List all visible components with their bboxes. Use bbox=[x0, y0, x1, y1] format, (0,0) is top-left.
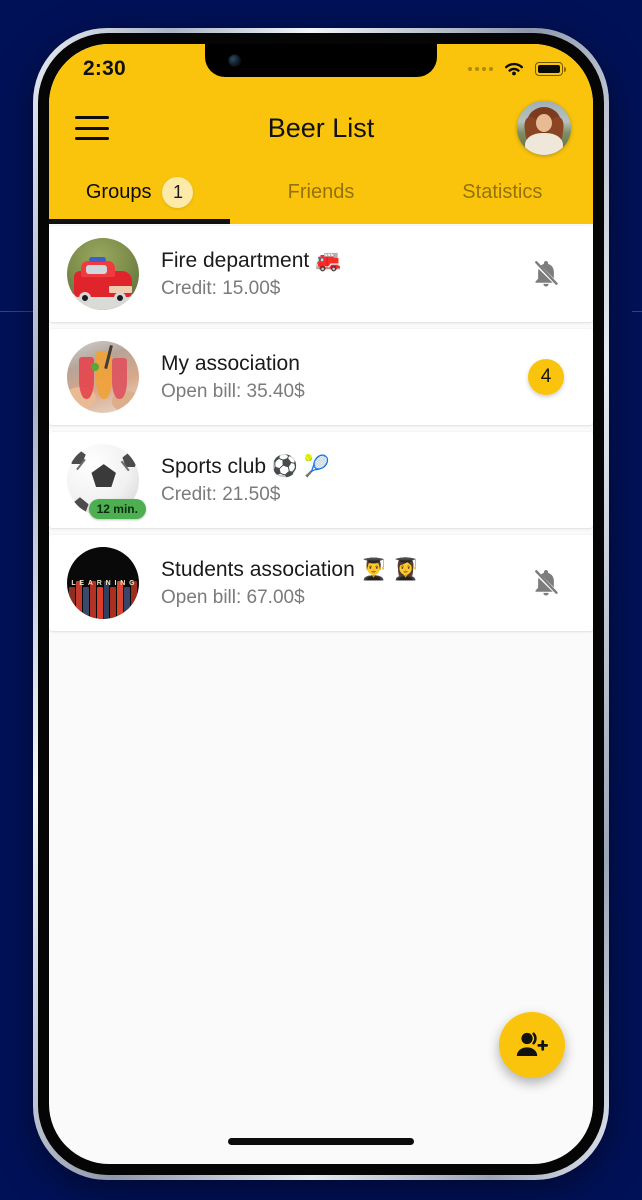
status-indicators bbox=[468, 56, 566, 78]
table-row[interactable]: Fire department 🚒 Credit: 15.00$ bbox=[49, 226, 593, 322]
signal-dots-icon bbox=[468, 67, 493, 71]
table-row[interactable]: LEARNING Students association 👨‍🎓 👩‍🎓 Op… bbox=[49, 535, 593, 631]
group-thumbnail: LEARNING bbox=[67, 547, 139, 619]
home-indicator bbox=[228, 1138, 414, 1145]
group-title: Fire department 🚒 bbox=[161, 248, 342, 272]
phone-device-frame: 2:30 Beer List Groups 1 Friends Statisti… bbox=[33, 28, 609, 1180]
row-trailing bbox=[523, 258, 569, 290]
page-title: Beer List bbox=[267, 112, 375, 143]
groups-list: Fire department 🚒 Credit: 15.00$ My asso… bbox=[49, 224, 593, 631]
group-subtitle: Open bill: 67.00$ bbox=[161, 586, 305, 608]
group-subtitle: Credit: 15.00$ bbox=[161, 277, 281, 299]
table-row[interactable]: My association Open bill: 35.40$ 4 bbox=[49, 329, 593, 425]
add-group-fab[interactable] bbox=[499, 1012, 565, 1078]
tab-friends-label: Friends bbox=[287, 180, 355, 203]
tab-bar: Groups 1 Friends Statistics bbox=[49, 166, 593, 224]
backdrop-hairline-right bbox=[632, 311, 642, 312]
front-camera-icon bbox=[229, 55, 240, 66]
app-screen: 2:30 Beer List Groups 1 Friends Statisti… bbox=[49, 44, 593, 1164]
add-person-icon bbox=[516, 1032, 549, 1056]
group-title: Students association 👨‍🎓 👩‍🎓 bbox=[161, 557, 419, 581]
tab-groups-badge: 1 bbox=[162, 176, 194, 208]
tab-statistics-label: Statistics bbox=[462, 180, 543, 203]
phone-bezel: 2:30 Beer List Groups 1 Friends Statisti… bbox=[38, 33, 604, 1175]
battery-full-icon bbox=[535, 62, 566, 76]
profile-avatar-button[interactable] bbox=[517, 101, 571, 155]
books-learning-letters: LEARNING bbox=[71, 580, 135, 588]
device-notch bbox=[205, 44, 437, 77]
user-avatar-photo bbox=[517, 101, 571, 155]
group-title: My association bbox=[161, 351, 300, 375]
group-thumbnail bbox=[67, 238, 139, 310]
status-badge[interactable]: 4 bbox=[528, 359, 564, 395]
group-subtitle: Open bill: 35.40$ bbox=[161, 380, 305, 402]
status-clock: 2:30 bbox=[83, 57, 126, 80]
tab-statistics[interactable]: Statistics bbox=[412, 166, 593, 224]
group-text-block: My association Open bill: 35.40$ bbox=[139, 351, 523, 404]
tab-active-underline bbox=[49, 219, 231, 224]
row-trailing bbox=[523, 567, 569, 599]
app-bar: Beer List bbox=[49, 90, 593, 166]
group-title: Sports club ⚽ 🎾 bbox=[161, 454, 331, 478]
group-subtitle: Credit: 21.50$ bbox=[161, 483, 281, 505]
bell-muted-icon[interactable] bbox=[531, 258, 561, 290]
group-thumbnail bbox=[67, 341, 139, 413]
cocktails-toast-photo bbox=[67, 341, 139, 413]
bell-muted-icon[interactable] bbox=[531, 567, 561, 599]
time-badge: 12 min. bbox=[88, 499, 146, 519]
group-thumbnail: 12 min. bbox=[67, 444, 146, 519]
row-trailing: 4 bbox=[523, 359, 569, 395]
tab-groups-label: Groups bbox=[85, 180, 152, 203]
group-text-block: Students association 👨‍🎓 👩‍🎓 Open bill: … bbox=[139, 557, 523, 610]
group-text-block: Sports club ⚽ 🎾 Credit: 21.50$ bbox=[139, 454, 523, 507]
fire-truck-photo bbox=[67, 238, 139, 310]
hamburger-menu-icon[interactable] bbox=[75, 116, 109, 140]
tab-friends[interactable]: Friends bbox=[230, 166, 411, 224]
table-row[interactable]: 12 min. Sports club ⚽ 🎾 Credit: 21.50$ bbox=[49, 432, 593, 528]
wifi-icon bbox=[505, 62, 523, 76]
tab-groups[interactable]: Groups 1 bbox=[49, 166, 231, 224]
books-learning-photo: LEARNING bbox=[67, 547, 139, 619]
group-text-block: Fire department 🚒 Credit: 15.00$ bbox=[139, 248, 523, 301]
